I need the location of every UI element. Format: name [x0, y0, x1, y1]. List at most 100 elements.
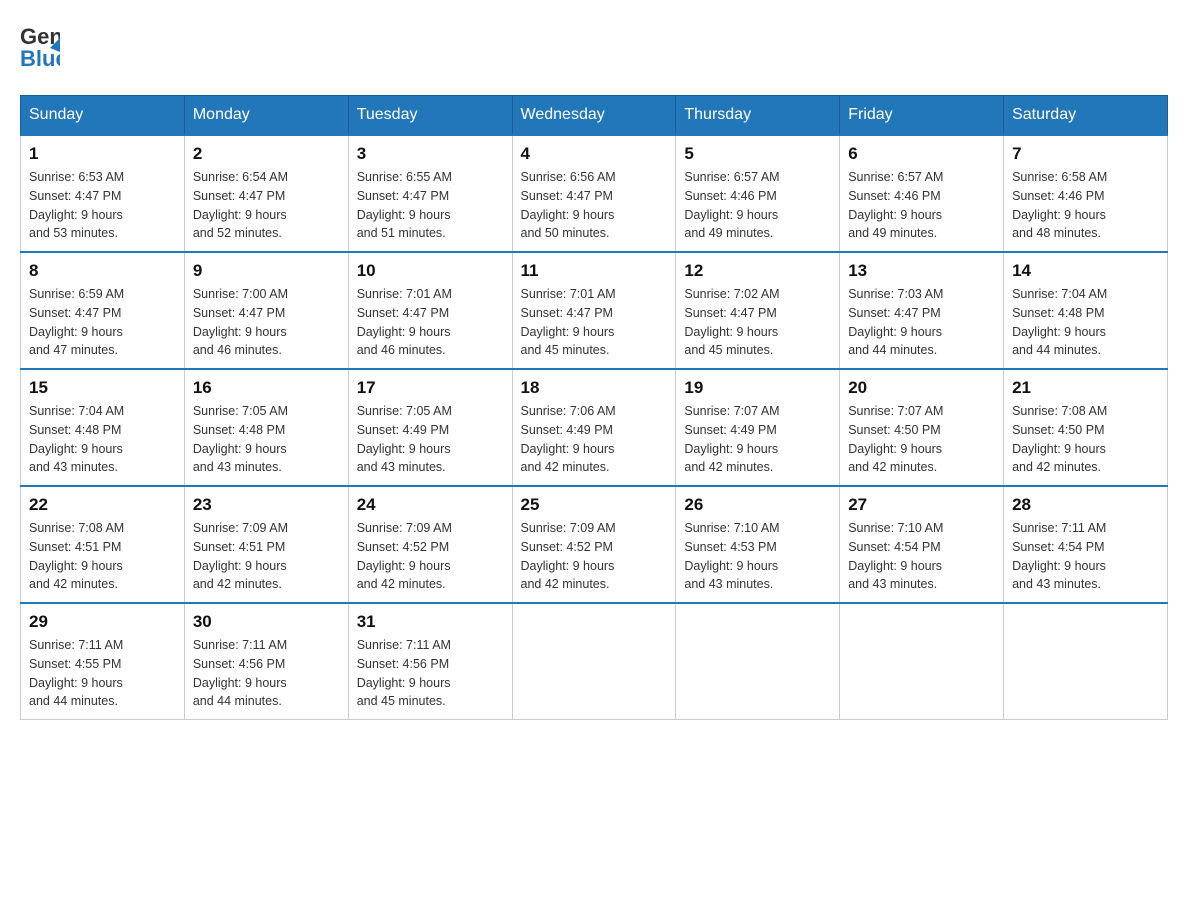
logo-mark: General Blue: [20, 20, 60, 75]
day-info: Sunrise: 7:11 AM Sunset: 4:54 PM Dayligh…: [1012, 519, 1159, 594]
day-cell: 22 Sunrise: 7:08 AM Sunset: 4:51 PM Dayl…: [21, 486, 185, 603]
day-cell: 10 Sunrise: 7:01 AM Sunset: 4:47 PM Dayl…: [348, 252, 512, 369]
day-info: Sunrise: 7:09 AM Sunset: 4:52 PM Dayligh…: [521, 519, 668, 594]
day-cell: 11 Sunrise: 7:01 AM Sunset: 4:47 PM Dayl…: [512, 252, 676, 369]
day-info: Sunrise: 6:57 AM Sunset: 4:46 PM Dayligh…: [684, 168, 831, 243]
day-number: 22: [29, 495, 176, 515]
day-number: 5: [684, 144, 831, 164]
col-friday: Friday: [840, 96, 1004, 136]
day-number: 19: [684, 378, 831, 398]
day-cell: 28 Sunrise: 7:11 AM Sunset: 4:54 PM Dayl…: [1004, 486, 1168, 603]
day-number: 16: [193, 378, 340, 398]
col-thursday: Thursday: [676, 96, 840, 136]
day-number: 1: [29, 144, 176, 164]
day-number: 12: [684, 261, 831, 281]
day-info: Sunrise: 7:11 AM Sunset: 4:56 PM Dayligh…: [357, 636, 504, 711]
day-info: Sunrise: 7:03 AM Sunset: 4:47 PM Dayligh…: [848, 285, 995, 360]
day-cell: 7 Sunrise: 6:58 AM Sunset: 4:46 PM Dayli…: [1004, 135, 1168, 252]
day-info: Sunrise: 7:10 AM Sunset: 4:53 PM Dayligh…: [684, 519, 831, 594]
day-cell: [512, 603, 676, 720]
day-number: 30: [193, 612, 340, 632]
day-cell: 24 Sunrise: 7:09 AM Sunset: 4:52 PM Dayl…: [348, 486, 512, 603]
day-number: 20: [848, 378, 995, 398]
day-info: Sunrise: 7:06 AM Sunset: 4:49 PM Dayligh…: [521, 402, 668, 477]
day-info: Sunrise: 6:56 AM Sunset: 4:47 PM Dayligh…: [521, 168, 668, 243]
day-cell: [840, 603, 1004, 720]
day-number: 2: [193, 144, 340, 164]
logo: General Blue: [20, 20, 60, 75]
day-cell: [676, 603, 840, 720]
day-number: 13: [848, 261, 995, 281]
svg-text:Blue: Blue: [20, 46, 60, 70]
day-cell: 5 Sunrise: 6:57 AM Sunset: 4:46 PM Dayli…: [676, 135, 840, 252]
day-number: 4: [521, 144, 668, 164]
day-number: 17: [357, 378, 504, 398]
day-cell: 25 Sunrise: 7:09 AM Sunset: 4:52 PM Dayl…: [512, 486, 676, 603]
day-number: 23: [193, 495, 340, 515]
day-info: Sunrise: 7:07 AM Sunset: 4:50 PM Dayligh…: [848, 402, 995, 477]
day-info: Sunrise: 7:07 AM Sunset: 4:49 PM Dayligh…: [684, 402, 831, 477]
day-cell: 27 Sunrise: 7:10 AM Sunset: 4:54 PM Dayl…: [840, 486, 1004, 603]
day-cell: 9 Sunrise: 7:00 AM Sunset: 4:47 PM Dayli…: [184, 252, 348, 369]
week-row-4: 22 Sunrise: 7:08 AM Sunset: 4:51 PM Dayl…: [21, 486, 1168, 603]
day-info: Sunrise: 7:04 AM Sunset: 4:48 PM Dayligh…: [29, 402, 176, 477]
day-number: 18: [521, 378, 668, 398]
day-number: 10: [357, 261, 504, 281]
day-info: Sunrise: 7:11 AM Sunset: 4:56 PM Dayligh…: [193, 636, 340, 711]
day-cell: [1004, 603, 1168, 720]
day-cell: 30 Sunrise: 7:11 AM Sunset: 4:56 PM Dayl…: [184, 603, 348, 720]
day-cell: 2 Sunrise: 6:54 AM Sunset: 4:47 PM Dayli…: [184, 135, 348, 252]
col-wednesday: Wednesday: [512, 96, 676, 136]
day-cell: 16 Sunrise: 7:05 AM Sunset: 4:48 PM Dayl…: [184, 369, 348, 486]
day-info: Sunrise: 7:08 AM Sunset: 4:51 PM Dayligh…: [29, 519, 176, 594]
day-info: Sunrise: 6:55 AM Sunset: 4:47 PM Dayligh…: [357, 168, 504, 243]
day-number: 29: [29, 612, 176, 632]
calendar-body: 1 Sunrise: 6:53 AM Sunset: 4:47 PM Dayli…: [21, 135, 1168, 720]
days-of-week-row: Sunday Monday Tuesday Wednesday Thursday…: [21, 96, 1168, 136]
day-info: Sunrise: 7:08 AM Sunset: 4:50 PM Dayligh…: [1012, 402, 1159, 477]
day-cell: 17 Sunrise: 7:05 AM Sunset: 4:49 PM Dayl…: [348, 369, 512, 486]
week-row-3: 15 Sunrise: 7:04 AM Sunset: 4:48 PM Dayl…: [21, 369, 1168, 486]
day-cell: 3 Sunrise: 6:55 AM Sunset: 4:47 PM Dayli…: [348, 135, 512, 252]
day-number: 25: [521, 495, 668, 515]
day-info: Sunrise: 6:53 AM Sunset: 4:47 PM Dayligh…: [29, 168, 176, 243]
week-row-1: 1 Sunrise: 6:53 AM Sunset: 4:47 PM Dayli…: [21, 135, 1168, 252]
day-info: Sunrise: 7:10 AM Sunset: 4:54 PM Dayligh…: [848, 519, 995, 594]
week-row-2: 8 Sunrise: 6:59 AM Sunset: 4:47 PM Dayli…: [21, 252, 1168, 369]
col-tuesday: Tuesday: [348, 96, 512, 136]
day-cell: 12 Sunrise: 7:02 AM Sunset: 4:47 PM Dayl…: [676, 252, 840, 369]
day-cell: 26 Sunrise: 7:10 AM Sunset: 4:53 PM Dayl…: [676, 486, 840, 603]
day-info: Sunrise: 7:01 AM Sunset: 4:47 PM Dayligh…: [521, 285, 668, 360]
day-cell: 20 Sunrise: 7:07 AM Sunset: 4:50 PM Dayl…: [840, 369, 1004, 486]
day-cell: 14 Sunrise: 7:04 AM Sunset: 4:48 PM Dayl…: [1004, 252, 1168, 369]
col-sunday: Sunday: [21, 96, 185, 136]
day-number: 24: [357, 495, 504, 515]
day-info: Sunrise: 7:00 AM Sunset: 4:47 PM Dayligh…: [193, 285, 340, 360]
day-number: 7: [1012, 144, 1159, 164]
col-monday: Monday: [184, 96, 348, 136]
day-info: Sunrise: 6:58 AM Sunset: 4:46 PM Dayligh…: [1012, 168, 1159, 243]
week-row-5: 29 Sunrise: 7:11 AM Sunset: 4:55 PM Dayl…: [21, 603, 1168, 720]
day-cell: 6 Sunrise: 6:57 AM Sunset: 4:46 PM Dayli…: [840, 135, 1004, 252]
day-number: 15: [29, 378, 176, 398]
day-cell: 4 Sunrise: 6:56 AM Sunset: 4:47 PM Dayli…: [512, 135, 676, 252]
day-number: 6: [848, 144, 995, 164]
day-info: Sunrise: 7:05 AM Sunset: 4:48 PM Dayligh…: [193, 402, 340, 477]
day-cell: 19 Sunrise: 7:07 AM Sunset: 4:49 PM Dayl…: [676, 369, 840, 486]
day-number: 28: [1012, 495, 1159, 515]
day-info: Sunrise: 7:01 AM Sunset: 4:47 PM Dayligh…: [357, 285, 504, 360]
day-cell: 29 Sunrise: 7:11 AM Sunset: 4:55 PM Dayl…: [21, 603, 185, 720]
col-saturday: Saturday: [1004, 96, 1168, 136]
day-cell: 18 Sunrise: 7:06 AM Sunset: 4:49 PM Dayl…: [512, 369, 676, 486]
day-cell: 8 Sunrise: 6:59 AM Sunset: 4:47 PM Dayli…: [21, 252, 185, 369]
day-number: 27: [848, 495, 995, 515]
calendar-header: Sunday Monday Tuesday Wednesday Thursday…: [21, 96, 1168, 136]
day-info: Sunrise: 6:54 AM Sunset: 4:47 PM Dayligh…: [193, 168, 340, 243]
day-number: 11: [521, 261, 668, 281]
day-number: 8: [29, 261, 176, 281]
day-info: Sunrise: 7:09 AM Sunset: 4:52 PM Dayligh…: [357, 519, 504, 594]
day-number: 14: [1012, 261, 1159, 281]
day-number: 9: [193, 261, 340, 281]
day-info: Sunrise: 7:11 AM Sunset: 4:55 PM Dayligh…: [29, 636, 176, 711]
day-cell: 13 Sunrise: 7:03 AM Sunset: 4:47 PM Dayl…: [840, 252, 1004, 369]
